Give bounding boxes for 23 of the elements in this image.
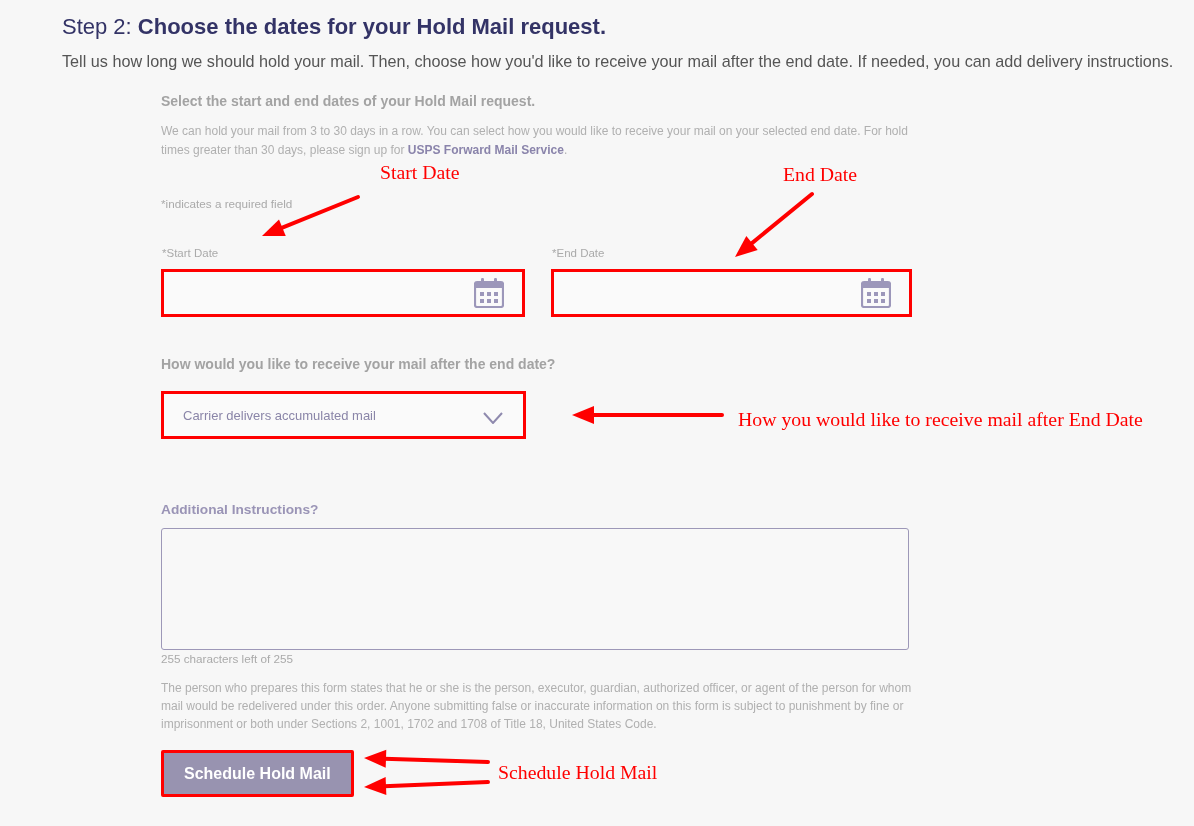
field-label: *Start Date [161,246,219,261]
annotation-label: Start Date [380,161,460,183]
legal-notice-text: The person who prepares this form states that he or she is the person, executor, guardian, authorized officer, or agent of the person for whom mail would be redelivered under this order. Anyone submitting false or inaccurate information on this form is subject to punishment by fine or imprisonment or both under Sections 2, 1001, 1702 and 1708 of Title 18, United States Code. [161,680,913,733]
field-label: *End Date [551,246,605,261]
forward-mail-link[interactable]: USPS Forward Mail Service [407,143,564,157]
annotation-label: End Date [783,163,858,185]
date-field[interactable] [551,269,912,317]
annotation-label: Schedule Hold Mail [498,761,658,783]
calendar-icon[interactable] [861,278,891,308]
character-counter: 255 characters left of 255 [161,651,293,667]
delivery-dropdown[interactable]: Carrier delivers accumulated mail [161,391,526,439]
section-heading: Select the start and end dates of your Hold Mail request. [161,92,536,110]
annotation-label: How you would like to receive mail after End Date [738,408,1143,430]
required-note: *indicates a required field [161,196,293,212]
calendar-icon[interactable] [474,278,504,308]
step-intro-text: Tell us how long we should hold your mail. Then, choose how you'd like to receive your mail after the end date. If needed, you can add delivery instructions. [62,51,1174,71]
delivery-question: How would you like to receive your mail after the end date? [161,355,556,373]
schedule-hold-mail-button[interactable]: Schedule Hold Mail [161,750,354,797]
hold-description-text: We can hold your mail from 3 to 30 days in a row. You can select how you would like to receive your mail on your selected end date. For hold times greater than 30 days, please sign up for USPS Forward Mail Service. [161,123,909,159]
step-title: Step 2: Choose the dates for your Hold Mail request. [62,15,607,39]
chevron-down-icon [483,412,503,424]
date-field[interactable] [161,269,525,317]
instructions-label: Additional Instructions? [161,501,319,519]
